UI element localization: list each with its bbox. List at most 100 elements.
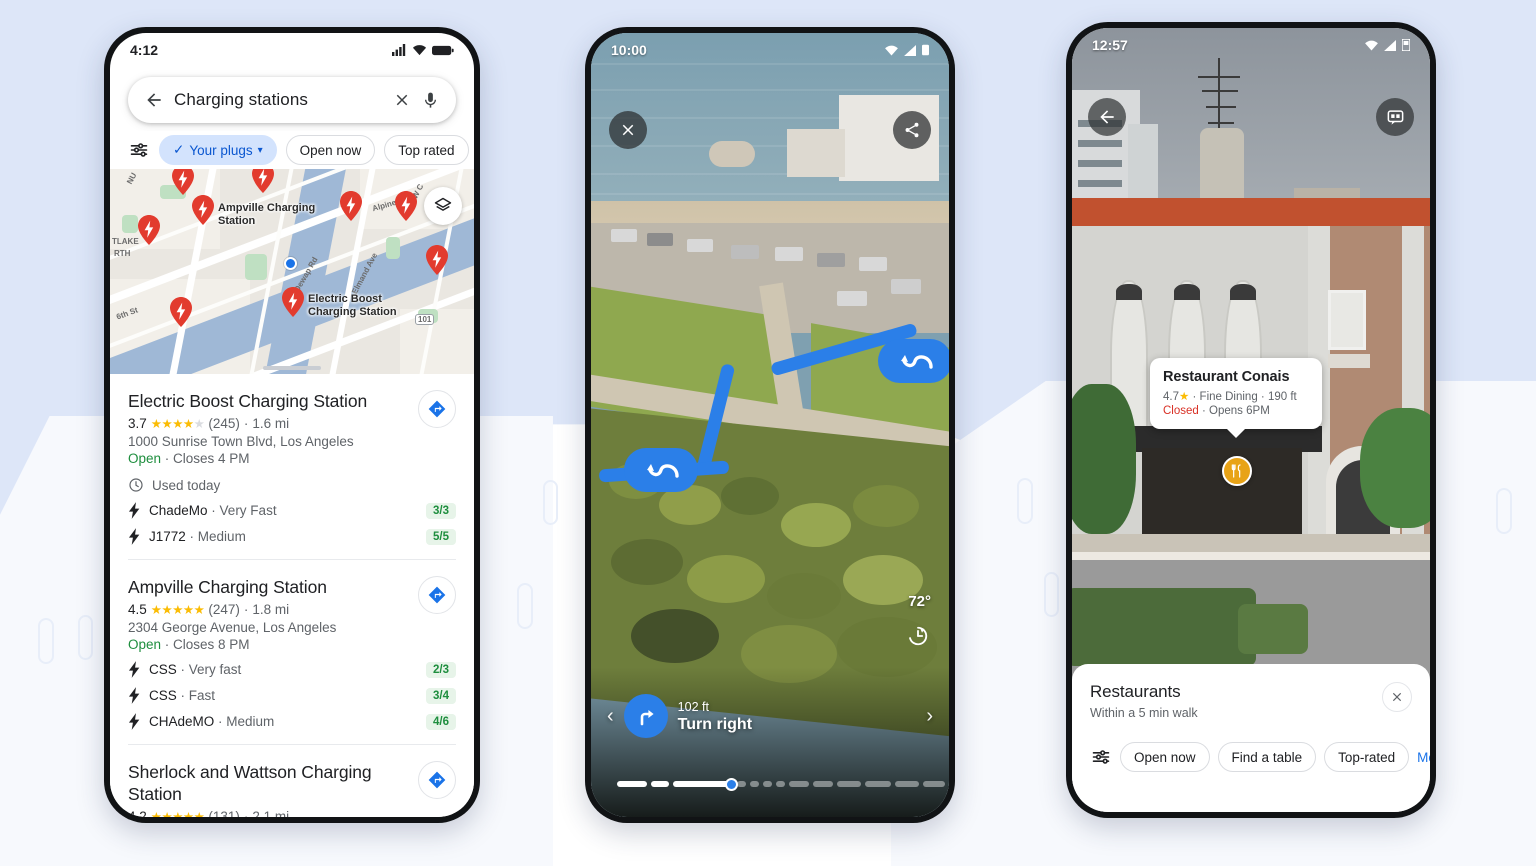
charging-pin-icon[interactable] (282, 287, 304, 317)
phone-device-2: 10:00 72° ‹ 102 ft Turn right › (585, 27, 955, 823)
map-pin-label-ampville: Ampville Charging Station (218, 202, 316, 227)
search-input[interactable]: Charging stations (174, 90, 383, 110)
route-turn-marker (624, 448, 698, 492)
bolt-icon (128, 687, 140, 704)
scrubber-segment (789, 781, 809, 787)
time-travel-icon[interactable] (907, 625, 929, 647)
back-button[interactable] (1088, 98, 1126, 136)
place-rating-row: 3.7 ★★★★★ (245) · 1.6 mi (128, 416, 456, 431)
place-title: Electric Boost Charging Station (128, 391, 368, 411)
restaurant-icon[interactable] (1222, 456, 1252, 486)
place-callout[interactable]: Restaurant Conais 4.7★ · Fine Dining · 1… (1150, 358, 1322, 429)
bolt-icon (128, 502, 140, 519)
chip-find-a-table[interactable]: Find a table (1217, 742, 1317, 772)
plug-availability: 4/6 (426, 713, 456, 730)
sheet-close-button[interactable] (1382, 682, 1412, 712)
chip-your-plugs[interactable]: ✓ Your plugs ▾ (159, 135, 277, 165)
open-status: Open (128, 637, 162, 652)
meta-separator: · (243, 809, 249, 817)
bolt-icon (128, 661, 140, 678)
layers-glyph (434, 197, 452, 211)
chip-open-now[interactable]: Open now (285, 135, 376, 165)
filter-chip-row: ✓ Your plugs ▾ Open now Top rated (110, 131, 474, 169)
window (1328, 290, 1366, 350)
chevron-left-icon[interactable]: ‹ (607, 705, 614, 728)
chip-open-now[interactable]: Open now (1120, 742, 1210, 772)
callout-meta: 4.7★ · Fine Dining · 190 ft (1163, 389, 1309, 403)
category: Fine Dining (1199, 391, 1258, 403)
place-card[interactable]: Ampville Charging Station 4.5 ★★★★★ (247… (128, 560, 456, 745)
chevron-right-icon[interactable]: › (926, 705, 933, 728)
wifi-icon (412, 45, 427, 56)
turn-right-glyph (640, 710, 654, 726)
clock-icon (129, 478, 143, 492)
plug-availability: 5/5 (426, 528, 456, 545)
place-title: Ampville Charging Station (128, 577, 327, 597)
chip-label: Top rated (398, 142, 455, 158)
place-hours: Open · Closes 8 PM (128, 637, 250, 652)
share-button[interactable] (893, 111, 931, 149)
charging-pin-icon[interactable] (138, 215, 160, 245)
plug-row: ChadeMo · Very Fast 3/3 (128, 502, 456, 519)
charging-pin-icon[interactable] (192, 195, 214, 225)
close-button[interactable] (609, 111, 647, 149)
back-arrow-icon[interactable] (144, 90, 164, 110)
tune-icon[interactable] (1090, 747, 1112, 767)
place-hours: Open · Closes 4 PM (128, 451, 250, 466)
background-ghost-pill (517, 583, 533, 629)
meta-separator: · (1198, 405, 1210, 417)
charging-pin-icon[interactable] (172, 169, 194, 195)
place-card[interactable]: Electric Boost Charging Station 3.7 ★★★★… (128, 374, 456, 560)
maneuver-instruction: Turn right (677, 716, 753, 733)
hedge (1072, 588, 1256, 666)
distance: 2.1 mi (252, 809, 290, 817)
callout-title: Restaurant Conais (1163, 369, 1290, 385)
search-bar[interactable]: Charging stations (128, 77, 456, 123)
closed-status: Closed (1163, 405, 1199, 417)
bottom-sheet-handle[interactable] (263, 366, 321, 370)
chip-label: Top-rated (1338, 749, 1396, 765)
plug-label: J1772 · Medium (149, 529, 246, 544)
scrubber-segment (776, 781, 785, 787)
charging-pin-icon[interactable] (252, 169, 274, 193)
building (709, 141, 755, 167)
restaurants-bottom-sheet[interactable]: Restaurants Within a 5 min walk Open now… (1072, 664, 1430, 812)
directions-button[interactable] (418, 390, 456, 428)
chip-top-rated[interactable]: Top rated (384, 135, 469, 165)
plug-row: J1772 · Medium 5/5 (128, 528, 456, 545)
places-list[interactable]: Electric Boost Charging Station 3.7 ★★★★… (110, 374, 474, 817)
directions-button[interactable] (418, 576, 456, 614)
more-link[interactable]: More (1417, 750, 1430, 765)
plug-label: CSS · Fast (149, 688, 216, 703)
clear-icon[interactable] (393, 91, 411, 109)
charging-pin-icon[interactable] (395, 191, 417, 221)
status-icons (392, 44, 454, 56)
scrubber-handle[interactable] (725, 777, 738, 791)
status-bar-2: 10:00 (591, 33, 949, 67)
charging-pin-icon[interactable] (426, 245, 448, 275)
place-address: 1000 Sunrise Town Blvd, Los Angeles (128, 434, 354, 449)
feedback-button[interactable] (1376, 98, 1414, 136)
close-icon (622, 124, 634, 136)
charging-pin-icon[interactable] (340, 191, 362, 221)
wifi-icon (885, 45, 898, 55)
meta-separator: · (243, 416, 249, 431)
directions-button[interactable] (418, 761, 456, 799)
place-rating-row: 4.2 ★★★★★ (131) · 2.1 mi (128, 809, 456, 817)
chip-top-rated[interactable]: Top-rated (1324, 742, 1410, 772)
scrubber-track[interactable] (617, 777, 949, 791)
status-time: 4:12 (130, 42, 159, 58)
chip-label: Open now (299, 142, 362, 158)
charging-pin-icon[interactable] (170, 297, 192, 327)
back-arrow-icon (1100, 110, 1114, 124)
feedback-icon (1387, 109, 1403, 125)
curb-stripe (1072, 552, 1430, 560)
scrubber-segment (763, 781, 772, 787)
timeline-scrubber[interactable] (591, 773, 949, 795)
microphone-icon[interactable] (421, 91, 440, 110)
tune-icon[interactable] (128, 140, 150, 160)
place-card[interactable]: Sherlock and Wattson Charging Station 4.… (128, 745, 456, 817)
layers-icon[interactable] (424, 187, 462, 225)
map-canvas[interactable]: NU TLAKE RTH 6th St W. Dewap Rd Alpine W… (110, 169, 474, 374)
plug-availability: 3/4 (426, 687, 456, 704)
